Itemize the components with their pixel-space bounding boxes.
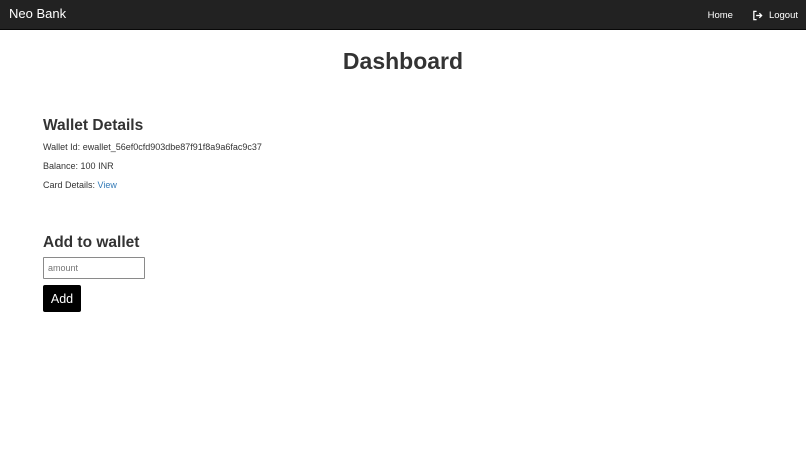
- add-to-wallet-heading: Add to wallet: [43, 234, 140, 251]
- logout-link[interactable]: Logout: [752, 10, 798, 21]
- wallet-id-value: ewallet_56ef0cfd903dbe87f91f8a9a6fac9c37: [82, 142, 262, 152]
- wallet-id-label: Wallet Id:: [43, 142, 81, 152]
- view-card-link[interactable]: View: [98, 180, 117, 190]
- amount-input[interactable]: [43, 257, 145, 279]
- add-button[interactable]: Add: [43, 285, 81, 312]
- top-navbar: Neo Bank Home Logout: [0, 0, 806, 30]
- sign-out-icon: [753, 10, 763, 20]
- navbar-right: Home Logout: [708, 0, 798, 30]
- home-link[interactable]: Home: [708, 10, 733, 21]
- wallet-id-row: Wallet Id: ewallet_56ef0cfd903dbe87f91f8…: [43, 141, 262, 153]
- brand-link[interactable]: Neo Bank: [9, 6, 66, 22]
- balance-value: 100 INR: [80, 161, 114, 171]
- wallet-details-heading: Wallet Details: [43, 117, 144, 134]
- balance-row: Balance: 100 INR: [43, 160, 114, 172]
- page-title: Dashboard: [342, 48, 464, 74]
- card-details-label: Card Details:: [43, 180, 96, 190]
- balance-label: Balance:: [43, 161, 79, 171]
- logout-label: Logout: [768, 9, 798, 21]
- card-details-row: Card Details: View: [43, 179, 117, 191]
